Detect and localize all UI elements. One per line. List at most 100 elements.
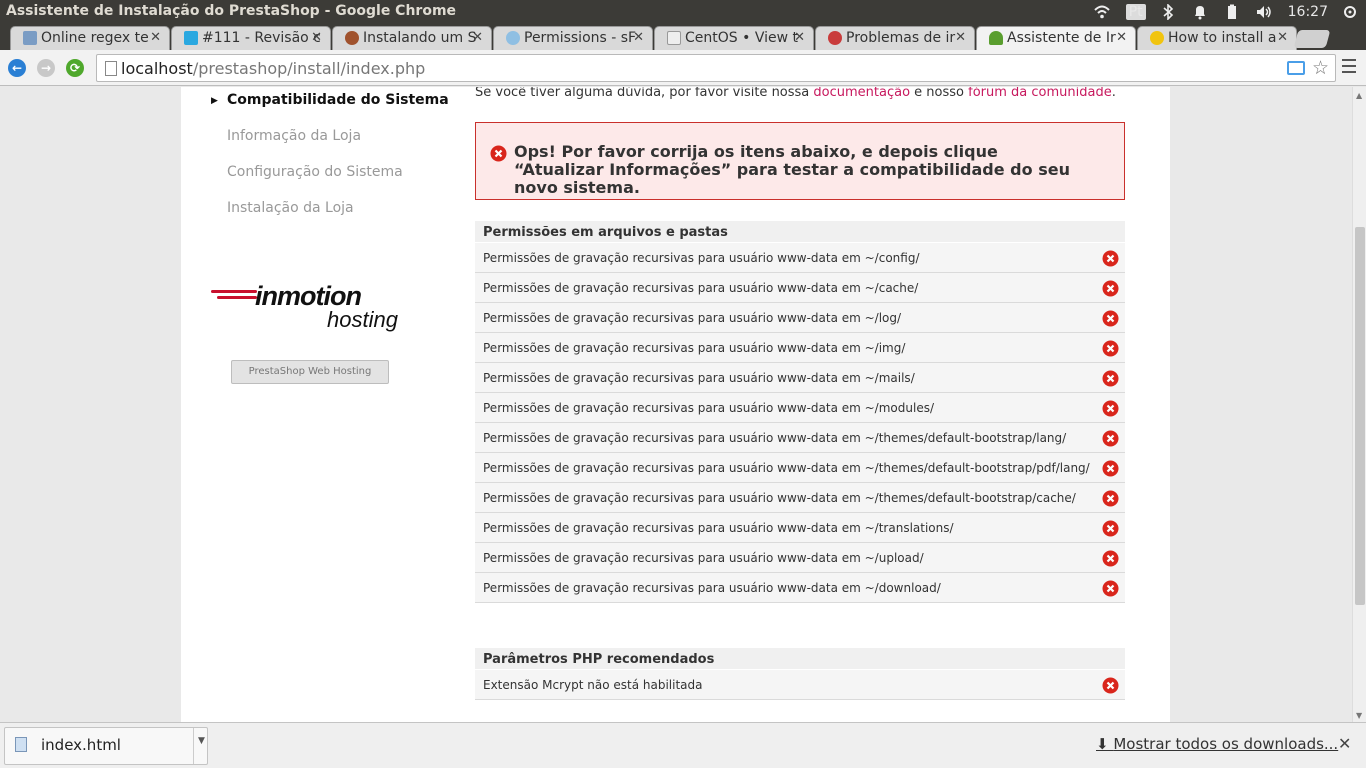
tab-close-icon[interactable]: ✕: [150, 30, 161, 45]
url-text[interactable]: localhost/prestashop/install/index.php: [121, 59, 425, 78]
step-store-install[interactable]: Instalação da Loja: [227, 200, 354, 216]
error-x-icon: [1102, 520, 1119, 537]
check-row: Permissões de gravação recursivas para u…: [475, 333, 1125, 363]
error-x-icon: [1102, 370, 1119, 387]
error-x-icon: [1102, 430, 1119, 447]
check-row-label: Extensão Mcrypt não está habilitada: [483, 678, 703, 692]
lightbulb-favicon-icon: [1150, 31, 1164, 45]
error-message: Ops! Por favor corrija os itens abaixo, …: [514, 142, 1070, 197]
check-row: Permissões de gravação recursivas para u…: [475, 243, 1125, 273]
error-x-icon: [1102, 280, 1119, 297]
download-arrow-icon: ⬇: [1096, 735, 1114, 753]
step-compatibility[interactable]: Compatibilidade do Sistema: [227, 92, 449, 108]
window-titlebar: Assistente de Instalação do PrestaShop -…: [0, 0, 1366, 24]
vertical-scrollbar[interactable]: ▲ ▼: [1352, 87, 1366, 722]
error-x-icon: [1102, 460, 1119, 477]
volume-icon[interactable]: [1256, 4, 1272, 20]
page-viewport: ▶ Compatibilidade do Sistema Informação …: [0, 87, 1352, 722]
check-row: Permissões de gravação recursivas para u…: [475, 573, 1125, 603]
tab-label: How to install a: [1168, 30, 1277, 46]
php-params-list: Extensão Mcrypt não está habilitada: [475, 670, 1125, 700]
tab-label: Instalando um S: [363, 30, 477, 46]
show-all-downloads-link[interactable]: ⬇ Mostrar todos os downloads...: [1096, 735, 1338, 753]
tab[interactable]: CentOS • View t ✕: [654, 26, 814, 50]
download-file-name: index.html: [41, 736, 121, 754]
cast-icon[interactable]: [1287, 61, 1305, 75]
scroll-up-icon[interactable]: ▲: [1356, 91, 1362, 100]
scroll-down-icon[interactable]: ▼: [1356, 711, 1362, 720]
step-store-info[interactable]: Informação da Loja: [227, 128, 361, 144]
prestashop-favicon-icon: [989, 31, 1003, 45]
tab-active[interactable]: Assistente de Ir ✕: [976, 26, 1136, 51]
tab-strip: Online regex te ✕ #111 - Revisão c ✕ Ins…: [0, 24, 1366, 51]
download-item[interactable]: index.html ▼: [4, 727, 208, 765]
tab-close-icon[interactable]: ✕: [955, 30, 966, 45]
browser-toolbar: ← → ⟳ localhost/prestashop/install/index…: [0, 50, 1366, 86]
chevron-down-icon[interactable]: ▼: [198, 736, 205, 746]
tab[interactable]: #111 - Revisão c ✕: [171, 26, 331, 50]
tab[interactable]: Online regex te ✕: [10, 26, 170, 50]
check-row-label: Permissões de gravação recursivas para u…: [483, 311, 902, 325]
wifi-icon[interactable]: [1093, 4, 1110, 20]
bluetooth-icon[interactable]: [1160, 4, 1176, 20]
check-row: Permissões de gravação recursivas para u…: [475, 483, 1125, 513]
permissions-list: Permissões de gravação recursivas para u…: [475, 243, 1125, 603]
tab[interactable]: Permissions - sF ✕: [493, 26, 653, 50]
reload-button[interactable]: ⟳: [66, 59, 84, 77]
community-forum-link[interactable]: fórum da comunidade: [968, 87, 1112, 100]
chrome-menu-icon[interactable]: [1342, 59, 1356, 77]
check-row: Permissões de gravação recursivas para u…: [475, 423, 1125, 453]
documentation-link[interactable]: documentação: [813, 87, 910, 100]
tab-close-icon[interactable]: ✕: [311, 30, 322, 45]
check-row-label: Permissões de gravação recursivas para u…: [483, 281, 919, 295]
tab[interactable]: Problemas de ir ✕: [815, 26, 975, 50]
battery-icon[interactable]: [1224, 4, 1240, 20]
check-row: Permissões de gravação recursivas para u…: [475, 363, 1125, 393]
window-title: Assistente de Instalação do PrestaShop -…: [6, 3, 457, 19]
php-params-heading: Parâmetros PHP recomendados: [475, 648, 1125, 670]
check-row-label: Permissões de gravação recursivas para u…: [483, 581, 941, 595]
close-download-bar-icon[interactable]: ✕: [1338, 734, 1351, 753]
check-row: Extensão Mcrypt não está habilitada: [475, 670, 1125, 700]
error-x-icon: [1102, 340, 1119, 357]
page-icon: [105, 61, 117, 76]
check-row-label: Permissões de gravação recursivas para u…: [483, 521, 954, 535]
download-bar: index.html ▼ ⬇ Mostrar todos os download…: [0, 722, 1366, 768]
favicon-icon: [667, 31, 681, 45]
error-x-icon: [1102, 550, 1119, 567]
clock[interactable]: 16:27: [1288, 4, 1328, 20]
address-bar[interactable]: localhost/prestashop/install/index.php ☆: [96, 54, 1336, 82]
check-row-label: Permissões de gravação recursivas para u…: [483, 491, 1076, 505]
logo-streak: [217, 296, 257, 299]
new-tab-button[interactable]: [1293, 30, 1331, 48]
error-alert: Ops! Por favor corrija os itens abaixo, …: [475, 122, 1125, 200]
tab-close-icon[interactable]: ✕: [472, 30, 483, 45]
error-x-icon: [490, 145, 507, 162]
logo-streak: [211, 290, 257, 293]
favicon-icon: [345, 31, 359, 45]
error-x-icon: [1102, 250, 1119, 267]
bookmark-star-icon[interactable]: ☆: [1312, 57, 1329, 79]
tab-close-icon[interactable]: ✕: [1277, 30, 1288, 45]
favicon-icon: [828, 31, 842, 45]
system-tray: Pt 16:27: [1093, 0, 1366, 24]
tab[interactable]: How to install a ✕: [1137, 26, 1297, 50]
check-row: Permissões de gravação recursivas para u…: [475, 303, 1125, 333]
tab-label: CentOS • View t: [685, 30, 798, 46]
notification-bell-icon[interactable]: [1192, 4, 1208, 20]
tab[interactable]: Instalando um S ✕: [332, 26, 492, 50]
keyboard-layout-indicator[interactable]: Pt: [1125, 4, 1146, 20]
current-step-arrow-icon: ▶: [211, 96, 218, 106]
tab-close-icon[interactable]: ✕: [1116, 30, 1127, 45]
scrollbar-thumb[interactable]: [1355, 227, 1365, 605]
power-gear-icon[interactable]: [1342, 4, 1358, 20]
file-icon: [15, 737, 27, 752]
back-button[interactable]: ←: [8, 59, 26, 77]
step-system-config[interactable]: Configuração do Sistema: [227, 164, 403, 180]
tab-close-icon[interactable]: ✕: [633, 30, 644, 45]
inmotion-hosting-logo[interactable]: inmotion hosting: [211, 281, 411, 337]
tab-close-icon[interactable]: ✕: [794, 30, 805, 45]
forward-button[interactable]: →: [37, 59, 55, 77]
prestashop-hosting-button[interactable]: PrestaShop Web Hosting: [231, 360, 389, 384]
favicon-icon: [506, 31, 520, 45]
